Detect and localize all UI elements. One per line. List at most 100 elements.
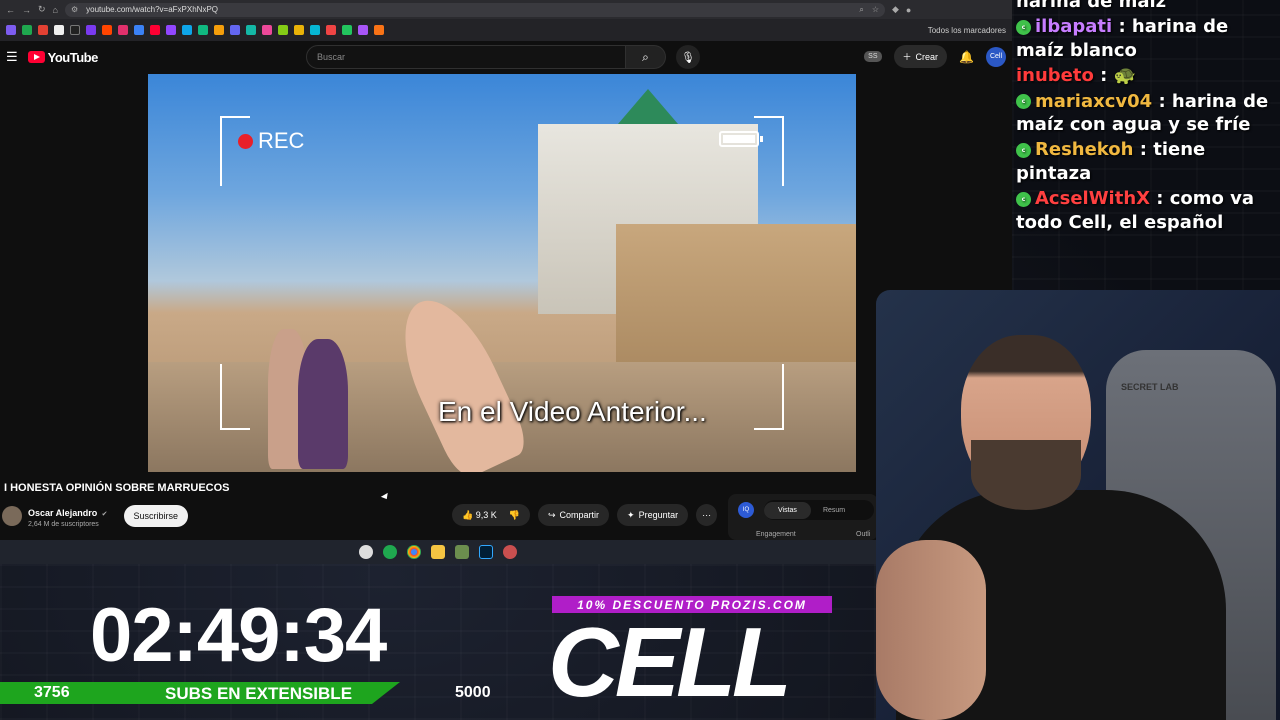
bookmark-icon[interactable] — [22, 25, 32, 35]
youtube-play-icon — [27, 51, 45, 63]
video-caption: En el Video Anterior... — [438, 396, 707, 427]
bookmark-icon[interactable] — [230, 25, 240, 35]
share-button[interactable]: ↪ Compartir — [537, 504, 610, 526]
dislike-button[interactable]: 👎 — [509, 510, 520, 521]
bookmark-icon[interactable] — [54, 25, 64, 35]
bookmark-icon[interactable] — [310, 25, 320, 35]
header-actions: SS ＋ Crear 🔔 Cell — [864, 45, 1006, 68]
person-figure — [298, 339, 348, 469]
chrome-icon[interactable] — [407, 545, 421, 559]
bookmark-icon[interactable] — [6, 25, 16, 35]
bookmark-icon[interactable] — [118, 25, 128, 35]
taskbar-app-icon[interactable] — [383, 545, 397, 559]
subs-goal: 5000 — [455, 684, 491, 701]
channel-name[interactable]: Oscar Alejandro ✔ — [28, 503, 108, 521]
extensions-icon[interactable]: ◆ — [892, 4, 899, 15]
channel-avatar[interactable] — [2, 505, 22, 526]
more-actions-button[interactable]: ··· — [696, 504, 718, 526]
bookmark-icon[interactable] — [358, 25, 368, 35]
bookmark-icon[interactable] — [294, 25, 304, 35]
create-button[interactable]: ＋ Crear — [893, 45, 948, 68]
chair-logo: SECRET LAB — [1121, 382, 1179, 392]
taskbar-app-icon[interactable] — [455, 545, 469, 559]
video-player[interactable]: REC En el Video Anterior... — [148, 74, 856, 472]
verified-icon: ✔ — [101, 511, 108, 518]
bookmark-star-icon[interactable]: ☆ — [872, 5, 879, 14]
iq-badge[interactable]: IQ — [738, 502, 754, 518]
bookmark-icon[interactable] — [134, 25, 144, 35]
chat-badge-icon: c — [1016, 191, 1031, 207]
bookmark-icon[interactable] — [166, 25, 176, 35]
forward-icon[interactable]: → — [22, 5, 31, 15]
ask-label: Preguntar — [638, 510, 679, 520]
like-dislike-group: 👍 9,3 K 👎 — [452, 504, 530, 526]
microphone-icon: 🎙 — [681, 51, 695, 64]
analytics-panel: IQ Vistas Resum Engagement Outli — [728, 494, 878, 540]
thumbs-up-icon: 👍 — [462, 509, 474, 520]
bookmark-icon[interactable] — [86, 25, 96, 35]
share-icon: ↪ — [547, 509, 556, 520]
bookmark-icon[interactable] — [38, 25, 48, 35]
cell-logo: CELL — [548, 607, 792, 717]
rec-label: REC — [258, 128, 305, 153]
search-input[interactable] — [306, 45, 626, 69]
chat-message: c ilbapati : harina de maíz blanco — [1016, 15, 1280, 62]
battery-level — [723, 135, 755, 143]
rec-indicator: REC — [238, 128, 304, 154]
youtube-logo[interactable]: YouTube — [27, 50, 98, 65]
engagement-label[interactable]: Engagement — [756, 531, 796, 538]
bookmark-icon[interactable] — [278, 25, 288, 35]
subscribe-button[interactable]: Suscribirse — [123, 504, 189, 527]
outline-label[interactable]: Outli — [856, 531, 870, 538]
site-info-icon[interactable]: ⚙ — [71, 5, 78, 14]
url-text: youtube.com/watch?v=aFxPXhNxPQ — [86, 5, 218, 14]
chat-username: inubeto — [1016, 65, 1094, 87]
bookmark-icon[interactable] — [198, 25, 208, 35]
like-count: 9,3 K — [475, 509, 497, 520]
menu-icon[interactable]: ☰ — [6, 49, 18, 65]
voice-search-button[interactable]: 🎙 — [676, 45, 700, 69]
chat-username: Reshekoh — [1035, 139, 1134, 161]
ask-button[interactable]: ✦ Preguntar — [617, 504, 689, 526]
bookmark-icon[interactable] — [342, 25, 352, 35]
stream-timer: 02:49:34 — [90, 593, 387, 678]
account-avatar[interactable]: Cell — [986, 46, 1006, 67]
taskbar-app-icon[interactable] — [503, 545, 517, 559]
all-bookmarks-folder[interactable]: Todos los marcadores — [928, 26, 1006, 35]
folder-icon[interactable] — [431, 545, 445, 559]
bookmarks-bar: Todos los marcadores — [0, 19, 1012, 41]
reload-icon[interactable]: ↻ — [38, 4, 46, 15]
taskbar — [0, 540, 876, 564]
bookmark-icon[interactable] — [374, 25, 384, 35]
channel-row: Oscar Alejandro ✔ 2,64 M de suscriptores… — [2, 503, 189, 528]
bookmark-icon[interactable] — [262, 25, 272, 35]
browser-window: ← → ↻ ⌂ ⚙ youtube.com/watch?v=aFxPXhNxPQ… — [0, 0, 1012, 540]
like-button[interactable]: 👍 9,3 K — [462, 510, 497, 521]
ss-badge[interactable]: SS — [864, 51, 882, 62]
back-icon[interactable]: ← — [6, 5, 15, 15]
search-button[interactable]: ⌕ — [626, 45, 666, 69]
chat-overlay: harina de maíz c ilbapati : harina de maí… — [1016, 0, 1280, 236]
tab-resumen[interactable]: Resum — [811, 507, 857, 514]
viewfinder-corner — [754, 116, 784, 186]
bookmark-icon[interactable] — [182, 25, 192, 35]
bookmark-icon[interactable] — [102, 25, 112, 35]
stream-canvas: ← → ↻ ⌂ ⚙ youtube.com/watch?v=aFxPXhNxPQ… — [0, 0, 1280, 720]
bookmark-icon[interactable] — [246, 25, 256, 35]
tab-vistas[interactable]: Vistas — [764, 501, 811, 519]
zoom-icon[interactable]: ⌕ — [859, 5, 863, 15]
taskbar-app-icon[interactable] — [359, 545, 373, 559]
address-bar[interactable]: ⚙ youtube.com/watch?v=aFxPXhNxPQ ⌕ ☆ — [64, 2, 885, 17]
chat-text: : 🐢 — [1100, 65, 1137, 87]
bookmark-icon[interactable] — [150, 25, 160, 35]
profile-icon[interactable]: ● — [906, 5, 911, 15]
bookmark-icon[interactable] — [214, 25, 224, 35]
bell-icon[interactable]: 🔔 — [959, 50, 974, 64]
bookmark-icon[interactable] — [70, 25, 80, 35]
chat-message: c mariaxcv04 : harina de maíz con agua y … — [1016, 90, 1280, 137]
photoshop-icon[interactable] — [479, 545, 493, 559]
bookmark-icon[interactable] — [326, 25, 336, 35]
chat-username: AcselWithX — [1035, 188, 1151, 210]
home-icon[interactable]: ⌂ — [53, 5, 58, 15]
streamer-beard — [971, 440, 1081, 510]
